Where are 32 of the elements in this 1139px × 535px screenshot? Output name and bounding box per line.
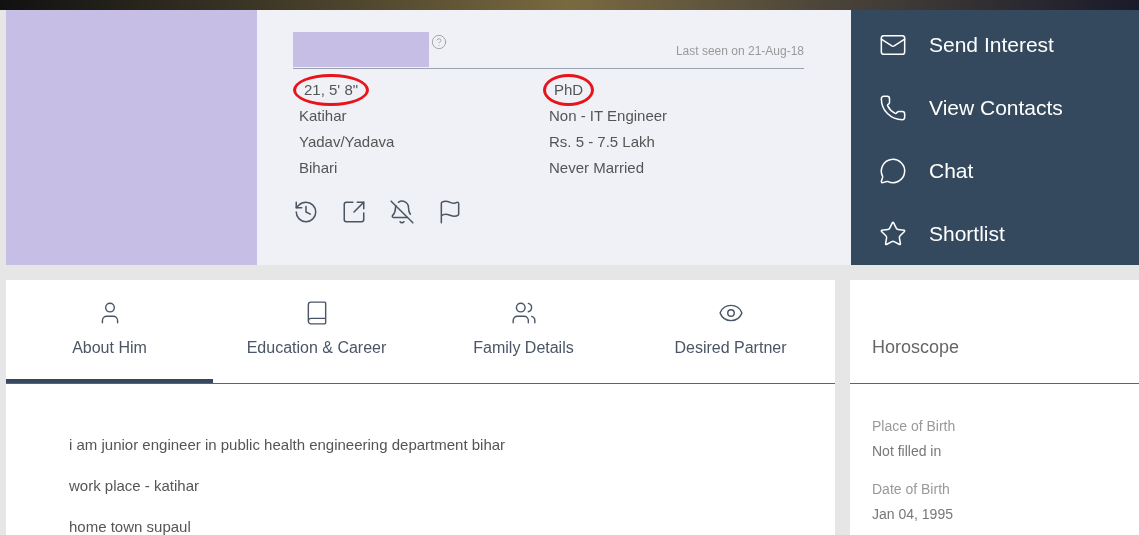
- field-value: Jan 04, 1995: [872, 505, 954, 524]
- history-icon[interactable]: [293, 199, 319, 225]
- profile-tab[interactable]: Desired Partner: [627, 280, 834, 383]
- profile-detail: Non - IT Engineer: [548, 105, 669, 126]
- profile-tab[interactable]: About Him: [6, 280, 213, 383]
- field-label: Place of Birth: [872, 417, 957, 436]
- share-icon[interactable]: [341, 199, 367, 225]
- profile-detail: Never Married: [548, 157, 646, 178]
- profile-detail: Bihari: [298, 157, 339, 178]
- profile-detail: Rs. 5 - 7.5 Lakh: [548, 131, 656, 152]
- action-button[interactable]: View Contacts: [879, 89, 1139, 127]
- users-icon: [510, 300, 537, 326]
- field-value: Not filled in: [872, 442, 943, 461]
- star-icon: [879, 220, 907, 248]
- about-text: i am junior engineer in public health engineering department bihar: [69, 435, 507, 455]
- about-text: work place - katihar: [69, 476, 201, 496]
- profile-detail: Katihar: [298, 105, 348, 126]
- profile-detail: Yadav/Yadava: [298, 131, 396, 152]
- last-seen: Last seen on 21-Aug-18: [675, 43, 804, 60]
- phone-icon: [879, 94, 907, 122]
- profile-tab[interactable]: Education & Career: [213, 280, 420, 383]
- profile-detail: 21, 5' 8": [293, 73, 370, 107]
- about-text: home town supaul: [69, 517, 192, 535]
- field-label: Date of Birth: [872, 480, 951, 499]
- action-button[interactable]: Chat: [879, 152, 1139, 190]
- horoscope-title: Horoscope: [872, 336, 960, 359]
- profile-tab[interactable]: Family Details: [420, 280, 627, 383]
- bell-off-icon[interactable]: [389, 199, 415, 225]
- action-button[interactable]: Send Interest: [879, 26, 1139, 64]
- chat-icon: [879, 157, 907, 185]
- action-button[interactable]: Shortlist: [879, 215, 1139, 253]
- profile-detail: PhD: [543, 73, 595, 107]
